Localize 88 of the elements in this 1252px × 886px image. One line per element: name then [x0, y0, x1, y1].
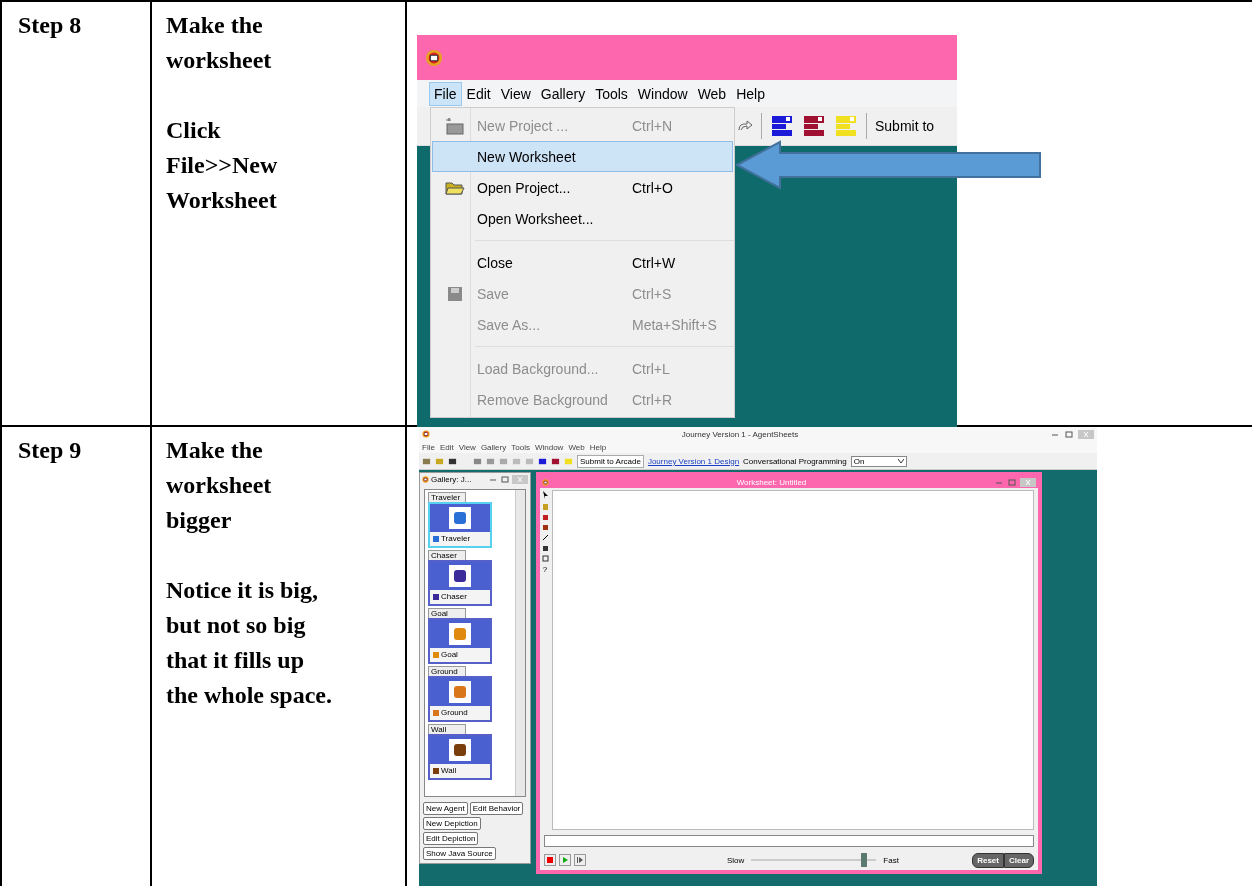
agent-tab[interactable]: Traveler: [428, 491, 466, 502]
submit-button[interactable]: Submit to Arcade: [577, 454, 644, 468]
gallery-button[interactable]: New Agent: [423, 802, 468, 815]
agent-bar-icon[interactable]: [802, 114, 826, 138]
stop-button[interactable]: [544, 854, 556, 866]
menu-item[interactable]: New Worksheet: [432, 141, 733, 172]
menu-item[interactable]: Help: [589, 442, 607, 452]
step-button[interactable]: [574, 854, 586, 866]
app-logo-icon: [425, 48, 443, 67]
maximize-button[interactable]: [500, 475, 510, 485]
stop-icon: [547, 857, 553, 863]
agent-name: Wall: [441, 766, 457, 776]
instruction-text: Click File>>New Worksheet: [166, 116, 279, 215]
agent-card[interactable]: Goal: [428, 617, 492, 664]
gallery-button[interactable]: Show Java Source: [423, 847, 496, 860]
agent-name: Traveler: [441, 534, 471, 544]
fast-label: Fast: [883, 855, 899, 865]
slow-label: Slow: [727, 855, 745, 865]
menu-item[interactable]: Tools: [511, 442, 530, 452]
menu-item[interactable]: Open Project... Ctrl+O: [432, 172, 733, 203]
help-tool-button[interactable]: ?: [542, 565, 548, 574]
instruction-text: Make the worksheet bigger: [166, 436, 273, 535]
gallery-button[interactable]: Edit Depiction: [423, 832, 479, 845]
agent-name: Chaser: [441, 592, 467, 602]
agent-card[interactable]: Chaser: [428, 559, 492, 606]
maximize-button[interactable]: [1064, 429, 1074, 439]
agent-tab[interactable]: Ground: [428, 665, 466, 676]
menu-item[interactable]: Close Ctrl+W: [432, 247, 733, 278]
menu-item[interactable]: Help: [731, 81, 770, 106]
instruction-text: Make the worksheet: [166, 11, 273, 75]
menu-item[interactable]: File: [422, 442, 435, 452]
maximize-button[interactable]: [1007, 477, 1017, 487]
speed-slider-thumb[interactable]: [860, 853, 867, 867]
menu-item[interactable]: Tools: [590, 81, 633, 106]
agent-name: Ground: [441, 708, 468, 718]
agent-card[interactable]: Traveler: [428, 501, 492, 548]
menu-item[interactable]: Window: [632, 81, 693, 106]
instruction-text: Notice it is big, but not so big that it fills up the whole space.: [166, 576, 333, 710]
conversational-label: Conversational Programming: [743, 456, 847, 466]
agent-tab[interactable]: Chaser: [428, 549, 466, 560]
menu-item[interactable]: View: [458, 442, 476, 452]
run-button[interactable]: [559, 854, 571, 866]
menu-item[interactable]: File: [429, 81, 462, 106]
agent-bar-icon[interactable]: [770, 114, 794, 138]
app-logo-icon: [422, 476, 429, 484]
agent-card[interactable]: Wall: [428, 733, 492, 780]
menu-item[interactable]: Open Worksheet...: [432, 203, 733, 234]
app-logo-icon: [542, 478, 549, 486]
tool-palette-icon[interactable]: [541, 490, 549, 564]
close-button[interactable]: [1020, 477, 1036, 487]
menu-item[interactable]: Window: [534, 442, 564, 452]
scrollbar[interactable]: [515, 489, 525, 796]
worksheet-title: Worksheet: Untitled: [735, 477, 808, 487]
agent-small-icon: [433, 593, 439, 600]
app-logo-icon: [422, 430, 430, 438]
menu-item[interactable]: Gallery: [480, 442, 507, 452]
step-label: Step 8: [18, 11, 83, 40]
agent-small-icon: [433, 535, 439, 542]
conversational-select[interactable]: On: [850, 455, 907, 467]
menu-item[interactable]: Web: [692, 81, 732, 106]
agent-tab[interactable]: Wall: [428, 723, 466, 734]
simulation-button[interactable]: Reset: [972, 852, 1004, 868]
chevron-down-icon: [897, 459, 904, 463]
gallery-title: Gallery: J...: [431, 475, 473, 485]
agent-small-icon: [433, 709, 439, 716]
step-label: Step 9: [18, 436, 83, 465]
gallery-button[interactable]: New Depiction: [423, 817, 481, 830]
agent-small-icon: [433, 767, 439, 774]
agent-bar-icon[interactable]: [538, 456, 547, 466]
agent-name: Goal: [441, 650, 458, 660]
menu-item[interactable]: Edit: [439, 442, 454, 452]
play-icon: [562, 857, 568, 863]
agent-tab[interactable]: Goal: [428, 607, 466, 618]
agent-small-icon: [433, 651, 439, 658]
menu-item[interactable]: Edit: [461, 81, 496, 106]
menu-item[interactable]: Web: [568, 442, 585, 452]
step-icon: [577, 857, 583, 863]
submit-button[interactable]: Submit to: [875, 118, 935, 134]
close-button[interactable]: [1078, 429, 1094, 439]
simulation-button[interactable]: Clear: [1004, 852, 1034, 868]
agent-card[interactable]: Ground: [428, 675, 492, 722]
design-link[interactable]: Journey Version 1 Design: [647, 456, 740, 466]
window-title: Journey Version 1 - AgentSheets: [680, 429, 800, 439]
menu-item[interactable]: Gallery: [535, 81, 591, 106]
close-button[interactable]: [512, 475, 528, 485]
gallery-button[interactable]: Edit Behavior: [469, 802, 524, 815]
agent-bar-icon[interactable]: [551, 456, 560, 466]
menu-item[interactable]: View: [495, 81, 536, 106]
